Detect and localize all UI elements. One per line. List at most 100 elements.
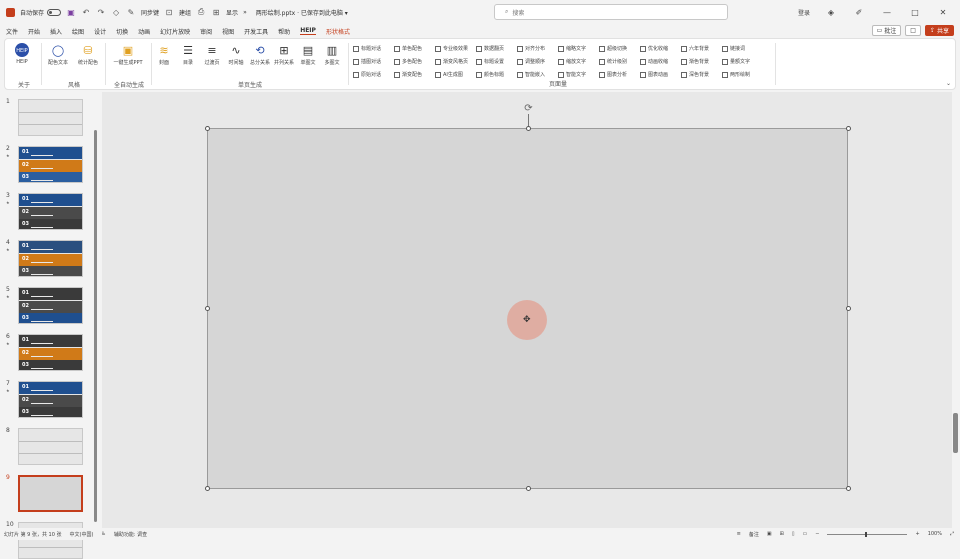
ribbon-checkbox[interactable]: 多色配色 [394, 55, 435, 68]
undo-icon[interactable]: ↶ [81, 8, 91, 17]
transition-page-button[interactable]: ≡ 过渡页 [201, 43, 223, 67]
tab-heip[interactable]: HEIP [300, 27, 316, 35]
copilot-icon[interactable]: ◈ [824, 8, 838, 17]
tab-design[interactable]: 设计 [94, 27, 106, 36]
slide-sorter-icon[interactable]: ⊞ [780, 531, 784, 537]
slide-thumbnail[interactable]: 01 02 03 [18, 146, 83, 183]
accessibility-status[interactable]: 辅助功能: 调查 [114, 531, 147, 538]
slide-thumbnail[interactable] [18, 428, 83, 465]
tab-draw[interactable]: 绘图 [72, 27, 84, 36]
canvas-scrollbar[interactable] [953, 413, 958, 453]
heip-button[interactable]: HEIP HEIP [11, 43, 33, 65]
file-title[interactable]: 两形绘制.pptx · 已保存到此电脑 ▾ [256, 8, 348, 17]
tab-view[interactable]: 视图 [222, 27, 234, 36]
ribbon-checkbox[interactable]: 优化收缩 [640, 42, 681, 55]
ribbon-checkbox[interactable]: 渐色背景 [681, 55, 722, 68]
ribbon-checkbox[interactable]: 单色配色 [394, 42, 435, 55]
ribbon-checkbox[interactable]: 超级切换 [599, 42, 640, 55]
ribbon-checkbox[interactable]: 专业级效果 [435, 42, 476, 55]
sign-in-link[interactable]: 登录 [798, 8, 810, 17]
redo-icon[interactable]: ↷ [96, 8, 106, 17]
record-button[interactable]: □ [905, 25, 921, 36]
table-icon[interactable]: ⊞ [211, 8, 221, 17]
rotate-handle-icon[interactable]: ⟳ [523, 103, 534, 114]
sync-label[interactable]: 同步键 [141, 8, 159, 17]
ribbon-checkbox[interactable]: 标题对话 [353, 42, 394, 55]
tab-transitions[interactable]: 切换 [116, 27, 128, 36]
summary-relation-button[interactable]: ⟲ 总分关系 [249, 43, 271, 67]
autosave-toggle[interactable]: 自动保存 [20, 8, 62, 17]
maximize-button[interactable]: □ [908, 8, 922, 17]
ribbon-checkbox[interactable]: 六年背景 [681, 42, 722, 55]
slide-thumbnail[interactable]: 01 02 03 [18, 381, 83, 418]
slide-thumbnail[interactable]: 01 02 03 [18, 334, 83, 371]
slide-thumbnail[interactable]: 01 02 03 [18, 193, 83, 230]
resize-handle-right[interactable] [846, 306, 851, 311]
zoom-out-icon[interactable]: − [815, 531, 819, 537]
resize-handle-top-right[interactable] [846, 126, 851, 131]
slide-thumbnail[interactable] [18, 475, 83, 512]
tab-review[interactable]: 审阅 [200, 27, 212, 36]
resize-handle-left[interactable] [205, 306, 210, 311]
cover-button[interactable]: ≋ 封面 [153, 43, 175, 67]
tab-developer[interactable]: 开发工具 [244, 27, 268, 36]
ribbon-checkbox[interactable]: 标题设置 [476, 55, 517, 68]
collapse-ribbon-icon[interactable]: ⌄ [946, 80, 951, 87]
extra-label[interactable]: 显示 [226, 8, 238, 17]
single-image-button[interactable]: ▤ 单图文 [297, 43, 319, 67]
notes-button[interactable]: 备注 [749, 531, 759, 538]
tab-slideshow[interactable]: 幻灯片放映 [160, 27, 190, 36]
pen-icon[interactable]: ✐ [852, 8, 866, 17]
slideshow-icon[interactable]: ▭ [803, 531, 808, 537]
zoom-slider[interactable] [827, 531, 908, 537]
tab-file[interactable]: 文件 [6, 27, 18, 36]
resize-handle-bottom-right[interactable] [846, 486, 851, 491]
tab-shape-format[interactable]: 形状格式 [326, 27, 350, 36]
ribbon-checkbox[interactable]: 缩略文字 [558, 42, 599, 55]
language-indicator[interactable]: 中文(中国) [70, 531, 94, 538]
color-text-button[interactable]: ◯ 配色文本 [47, 43, 69, 67]
comments-button[interactable]: ▭ 批注 [871, 25, 902, 36]
ribbon-checkbox[interactable]: 链接词 [722, 42, 763, 55]
generate-ppt-button[interactable]: ▣ 一键生成PPT [113, 43, 142, 67]
ribbon-checkbox[interactable]: 统计级别 [599, 55, 640, 68]
ribbon-checkbox[interactable]: 渐变风格页 [435, 55, 476, 68]
share-button[interactable]: ⇪ 共享 [924, 25, 954, 36]
timeline-button[interactable]: ∿ 时间轴 [225, 43, 247, 67]
ribbon-checkbox[interactable]: 插图对话 [353, 55, 394, 68]
ribbon-checkbox[interactable]: 对齐分布 [517, 42, 558, 55]
ribbon-checkbox[interactable]: 动画收缩 [640, 55, 681, 68]
group-label[interactable]: 建组 [179, 8, 191, 17]
minimize-button[interactable]: — [880, 8, 894, 17]
ribbon-checkbox[interactable]: 数据翻页 [476, 42, 517, 55]
normal-view-icon[interactable]: ▣ [767, 531, 772, 537]
shape-fill-icon[interactable]: ◇ [111, 8, 121, 17]
zoom-level[interactable]: 100% [928, 531, 942, 537]
fit-to-window-icon[interactable]: ⤢ [950, 531, 954, 537]
format-painter-icon[interactable]: ✎ [126, 8, 136, 17]
slide-thumbnail[interactable] [18, 99, 83, 136]
slide-thumbnail[interactable]: 01 02 03 [18, 240, 83, 277]
resize-handle-bottom[interactable] [526, 486, 531, 491]
resize-handle-top-left[interactable] [205, 126, 210, 131]
resize-handle-bottom-left[interactable] [205, 486, 210, 491]
ribbon-checkbox[interactable]: 缩放文字 [558, 55, 599, 68]
unify-color-button[interactable]: ⛁ 统计配色 [77, 43, 99, 67]
parallel-relation-button[interactable]: ⊞ 并列关系 [273, 43, 295, 67]
thumbnail-scrollbar[interactable] [93, 130, 98, 522]
tab-insert[interactable]: 插入 [50, 27, 62, 36]
group-icon[interactable]: ⊡ [164, 8, 174, 17]
save-icon[interactable]: ▣ [66, 8, 76, 17]
search-box[interactable]: ⌕ 搜索 [494, 4, 728, 20]
resize-handle-top[interactable] [526, 126, 531, 131]
slide-thumbnail[interactable]: 01 02 03 [18, 287, 83, 324]
scrollbar-thumb[interactable] [94, 130, 97, 522]
ribbon-checkbox[interactable]: 量额文字 [722, 55, 763, 68]
tab-home[interactable]: 开始 [28, 27, 40, 36]
more-commands-icon[interactable]: » [243, 9, 247, 16]
zoom-in-icon[interactable]: + [915, 531, 919, 537]
print-icon[interactable]: ⎙ [196, 7, 206, 17]
tab-help[interactable]: 帮助 [278, 27, 290, 36]
reading-view-icon[interactable]: ▯ [792, 531, 795, 537]
multi-image-button[interactable]: ▥ 多图文 [321, 43, 343, 67]
